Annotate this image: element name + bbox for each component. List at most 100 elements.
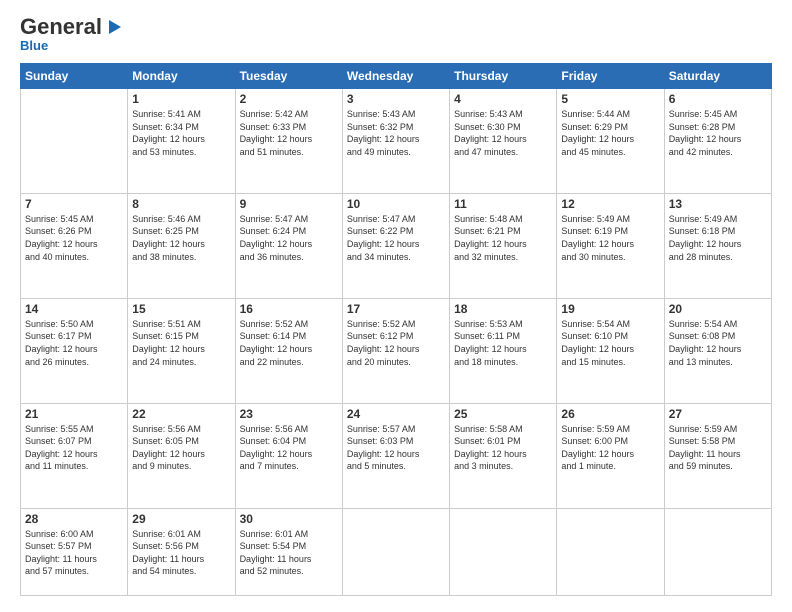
calendar-cell: 9Sunrise: 5:47 AM Sunset: 6:24 PM Daylig… <box>235 193 342 298</box>
calendar-cell: 27 Sunrise: 5:59 AM Sunset: 5:58 PM Dayli… <box>664 403 771 508</box>
day-number: 12 <box>561 197 659 211</box>
calendar-cell: 8 Sunrise: 5:46 AM Sunset: 6:25 PM Daylig… <box>128 193 235 298</box>
calendar-cell: 28 Sunrise: 6:00 AM Sunset: 5:57 PM Dayli… <box>21 508 128 596</box>
day-info: Sunrise: 5:58 AM Sunset: 6:01 PM Dayligh… <box>454 423 552 473</box>
day-number: 16 <box>240 302 338 316</box>
calendar-cell: 20 Sunrise: 5:54 AM Sunset: 6:08 PM Dayli… <box>664 298 771 403</box>
calendar-cell: 10 Sunrise: 5:47 AM Sunset: 6:22 PM Dayli… <box>342 193 449 298</box>
logo-general: General <box>20 16 102 38</box>
day-number: 8 <box>132 197 230 211</box>
day-number: 10 <box>347 197 445 211</box>
day-number: 14 <box>25 302 123 316</box>
calendar-cell: 29 Sunrise: 6:01 AM Sunset: 5:56 PM Dayli… <box>128 508 235 596</box>
calendar-row-4: 28 Sunrise: 6:00 AM Sunset: 5:57 PM Dayli… <box>21 508 772 596</box>
calendar-cell: 5 Sunrise: 5:44 AM Sunset: 6:29 PM Daylig… <box>557 89 664 194</box>
calendar-cell: 16Sunrise: 5:52 AM Sunset: 6:14 PM Dayli… <box>235 298 342 403</box>
day-info: Sunrise: 5:59 AM Sunset: 6:00 PM Dayligh… <box>561 423 659 473</box>
calendar-cell: 23Sunrise: 5:56 AM Sunset: 6:04 PM Dayli… <box>235 403 342 508</box>
day-number: 5 <box>561 92 659 106</box>
day-info: Sunrise: 5:56 AM Sunset: 6:05 PM Dayligh… <box>132 423 230 473</box>
calendar-cell: 1 Sunrise: 5:41 AM Sunset: 6:34 PM Daylig… <box>128 89 235 194</box>
weekday-wednesday: Wednesday <box>342 64 449 89</box>
day-info: Sunrise: 5:51 AM Sunset: 6:15 PM Dayligh… <box>132 318 230 368</box>
logo-icon <box>103 16 125 38</box>
weekday-sunday: Sunday <box>21 64 128 89</box>
weekday-tuesday: Tuesday <box>235 64 342 89</box>
calendar-cell <box>450 508 557 596</box>
day-number: 1 <box>132 92 230 106</box>
calendar-row-2: 14 Sunrise: 5:50 AM Sunset: 6:17 PM Dayli… <box>21 298 772 403</box>
day-number: 25 <box>454 407 552 421</box>
calendar-cell: 24 Sunrise: 5:57 AM Sunset: 6:03 PM Dayli… <box>342 403 449 508</box>
weekday-friday: Friday <box>557 64 664 89</box>
day-info: Sunrise: 5:42 AM Sunset: 6:33 PM Dayligh… <box>240 108 338 158</box>
day-info: Sunrise: 5:43 AM Sunset: 6:30 PM Dayligh… <box>454 108 552 158</box>
calendar-cell <box>21 89 128 194</box>
day-info: Sunrise: 5:59 AM Sunset: 5:58 PM Dayligh… <box>669 423 767 473</box>
day-info: Sunrise: 5:49 AM Sunset: 6:19 PM Dayligh… <box>561 213 659 263</box>
day-info: Sunrise: 5:46 AM Sunset: 6:25 PM Dayligh… <box>132 213 230 263</box>
day-info: Sunrise: 5:52 AM Sunset: 6:12 PM Dayligh… <box>347 318 445 368</box>
day-info: Sunrise: 5:48 AM Sunset: 6:21 PM Dayligh… <box>454 213 552 263</box>
calendar-row-1: 7Sunrise: 5:45 AM Sunset: 6:26 PM Daylig… <box>21 193 772 298</box>
day-number: 17 <box>347 302 445 316</box>
calendar-cell <box>557 508 664 596</box>
day-number: 11 <box>454 197 552 211</box>
day-number: 4 <box>454 92 552 106</box>
day-number: 20 <box>669 302 767 316</box>
calendar-cell: 4 Sunrise: 5:43 AM Sunset: 6:30 PM Daylig… <box>450 89 557 194</box>
day-number: 22 <box>132 407 230 421</box>
header: General Blue <box>20 16 772 53</box>
day-number: 27 <box>669 407 767 421</box>
day-number: 15 <box>132 302 230 316</box>
day-info: Sunrise: 5:47 AM Sunset: 6:22 PM Dayligh… <box>347 213 445 263</box>
page: General Blue SundayMondayTuesdayWednesda… <box>0 0 792 612</box>
day-number: 23 <box>240 407 338 421</box>
calendar-row-3: 21Sunrise: 5:55 AM Sunset: 6:07 PM Dayli… <box>21 403 772 508</box>
day-info: Sunrise: 5:49 AM Sunset: 6:18 PM Dayligh… <box>669 213 767 263</box>
calendar-cell: 17 Sunrise: 5:52 AM Sunset: 6:12 PM Dayli… <box>342 298 449 403</box>
weekday-saturday: Saturday <box>664 64 771 89</box>
day-number: 24 <box>347 407 445 421</box>
day-info: Sunrise: 6:00 AM Sunset: 5:57 PM Dayligh… <box>25 528 123 578</box>
day-number: 26 <box>561 407 659 421</box>
calendar-cell: 2Sunrise: 5:42 AM Sunset: 6:33 PM Daylig… <box>235 89 342 194</box>
day-number: 18 <box>454 302 552 316</box>
day-number: 19 <box>561 302 659 316</box>
weekday-thursday: Thursday <box>450 64 557 89</box>
calendar-cell: 12 Sunrise: 5:49 AM Sunset: 6:19 PM Dayli… <box>557 193 664 298</box>
day-number: 28 <box>25 512 123 526</box>
calendar-cell: 26 Sunrise: 5:59 AM Sunset: 6:00 PM Dayli… <box>557 403 664 508</box>
day-number: 30 <box>240 512 338 526</box>
weekday-header-row: SundayMondayTuesdayWednesdayThursdayFrid… <box>21 64 772 89</box>
calendar-row-0: 1 Sunrise: 5:41 AM Sunset: 6:34 PM Daylig… <box>21 89 772 194</box>
day-info: Sunrise: 5:44 AM Sunset: 6:29 PM Dayligh… <box>561 108 659 158</box>
day-info: Sunrise: 5:50 AM Sunset: 6:17 PM Dayligh… <box>25 318 123 368</box>
day-info: Sunrise: 6:01 AM Sunset: 5:56 PM Dayligh… <box>132 528 230 578</box>
day-number: 9 <box>240 197 338 211</box>
calendar-cell: 22 Sunrise: 5:56 AM Sunset: 6:05 PM Dayli… <box>128 403 235 508</box>
day-number: 3 <box>347 92 445 106</box>
day-number: 29 <box>132 512 230 526</box>
day-info: Sunrise: 5:57 AM Sunset: 6:03 PM Dayligh… <box>347 423 445 473</box>
calendar-cell: 13Sunrise: 5:49 AM Sunset: 6:18 PM Dayli… <box>664 193 771 298</box>
calendar-cell: 14 Sunrise: 5:50 AM Sunset: 6:17 PM Dayli… <box>21 298 128 403</box>
day-info: Sunrise: 6:01 AM Sunset: 5:54 PM Dayligh… <box>240 528 338 578</box>
calendar-cell: 15 Sunrise: 5:51 AM Sunset: 6:15 PM Dayli… <box>128 298 235 403</box>
calendar-cell: 3Sunrise: 5:43 AM Sunset: 6:32 PM Daylig… <box>342 89 449 194</box>
calendar-cell: 6 Sunrise: 5:45 AM Sunset: 6:28 PM Daylig… <box>664 89 771 194</box>
day-info: Sunrise: 5:45 AM Sunset: 6:28 PM Dayligh… <box>669 108 767 158</box>
logo-blue: Blue <box>20 38 48 53</box>
day-info: Sunrise: 5:41 AM Sunset: 6:34 PM Dayligh… <box>132 108 230 158</box>
calendar-cell: 7Sunrise: 5:45 AM Sunset: 6:26 PM Daylig… <box>21 193 128 298</box>
day-info: Sunrise: 5:54 AM Sunset: 6:08 PM Dayligh… <box>669 318 767 368</box>
calendar-cell: 21Sunrise: 5:55 AM Sunset: 6:07 PM Dayli… <box>21 403 128 508</box>
calendar-cell: 11 Sunrise: 5:48 AM Sunset: 6:21 PM Dayli… <box>450 193 557 298</box>
calendar-cell: 30 Sunrise: 6:01 AM Sunset: 5:54 PM Dayli… <box>235 508 342 596</box>
calendar-cell: 19Sunrise: 5:54 AM Sunset: 6:10 PM Dayli… <box>557 298 664 403</box>
day-info: Sunrise: 5:55 AM Sunset: 6:07 PM Dayligh… <box>25 423 123 473</box>
day-info: Sunrise: 5:45 AM Sunset: 6:26 PM Dayligh… <box>25 213 123 263</box>
weekday-monday: Monday <box>128 64 235 89</box>
day-number: 6 <box>669 92 767 106</box>
calendar-table: SundayMondayTuesdayWednesdayThursdayFrid… <box>20 63 772 596</box>
